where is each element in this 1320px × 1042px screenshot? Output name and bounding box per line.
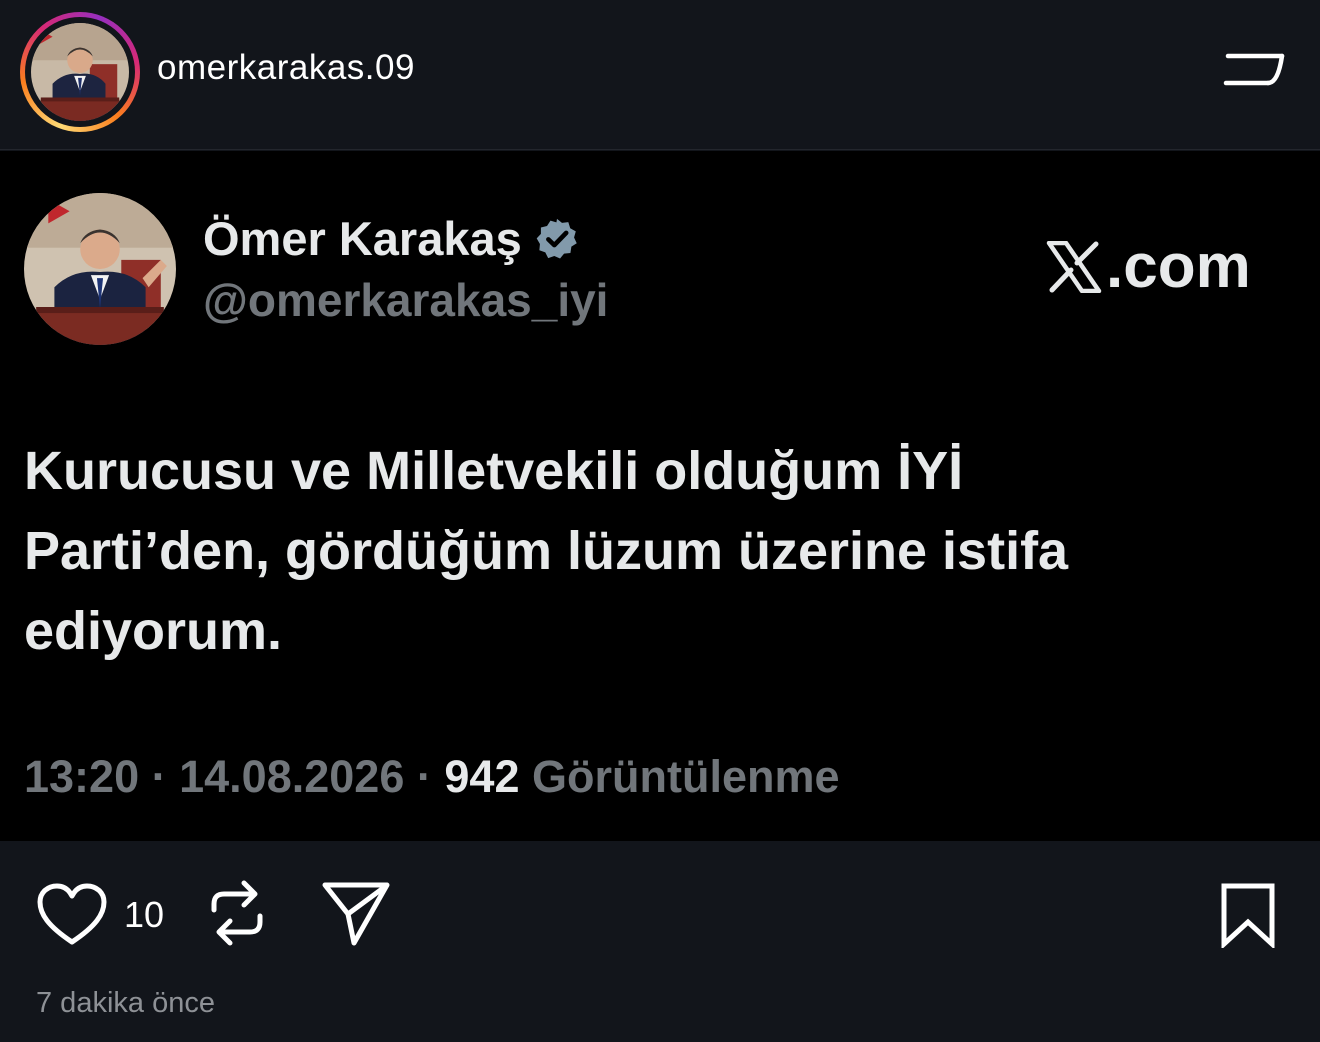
- tweet-avatar: [24, 193, 176, 345]
- x-logo-icon: [1046, 240, 1102, 293]
- tweet-meta: 13:20 · 14.08.2026 · 942 Görüntülenme: [24, 751, 840, 803]
- x-watermark-label: .com: [1106, 232, 1251, 301]
- tweet-time: 13:20: [24, 751, 140, 802]
- post-timestamp: 7 dakika önce: [36, 987, 215, 1019]
- heart-icon[interactable]: [36, 882, 108, 948]
- display-name: Ömer Karakaş: [203, 212, 522, 265]
- post-header: omerkarakas.09: [0, 0, 1320, 150]
- tweet-author-name: Ömer Karakaş: [203, 211, 580, 266]
- meta-separator: ·: [151, 751, 167, 802]
- views-count: 942: [444, 751, 520, 802]
- tweet-text: Kurucusu ve Milletvekili olduğum İYİ Par…: [24, 441, 1069, 661]
- menu-icon[interactable]: [1222, 52, 1286, 88]
- verified-icon: [536, 218, 577, 259]
- username[interactable]: omerkarakas.09: [157, 48, 415, 88]
- action-bar: 10 7 dakika önce: [0, 842, 1320, 1042]
- avatar[interactable]: [31, 23, 129, 121]
- avatar-frame: [25, 17, 135, 127]
- repost-icon[interactable]: [206, 878, 268, 948]
- tweet-screenshot: Ömer Karakaş @omerkarakas_iyi .com Kuruc…: [0, 151, 1320, 841]
- x-watermark: .com: [1046, 231, 1251, 302]
- like-count[interactable]: 10: [124, 894, 164, 936]
- tweet-handle: @omerkarakas_iyi: [203, 274, 609, 326]
- meta-separator: ·: [416, 751, 432, 802]
- views-label: Görüntülenme: [532, 751, 840, 802]
- tweet-date: 14.08.2026: [179, 751, 405, 802]
- profile-story-ring[interactable]: [20, 12, 140, 132]
- bookmark-icon[interactable]: [1218, 882, 1278, 948]
- send-icon[interactable]: [320, 880, 392, 948]
